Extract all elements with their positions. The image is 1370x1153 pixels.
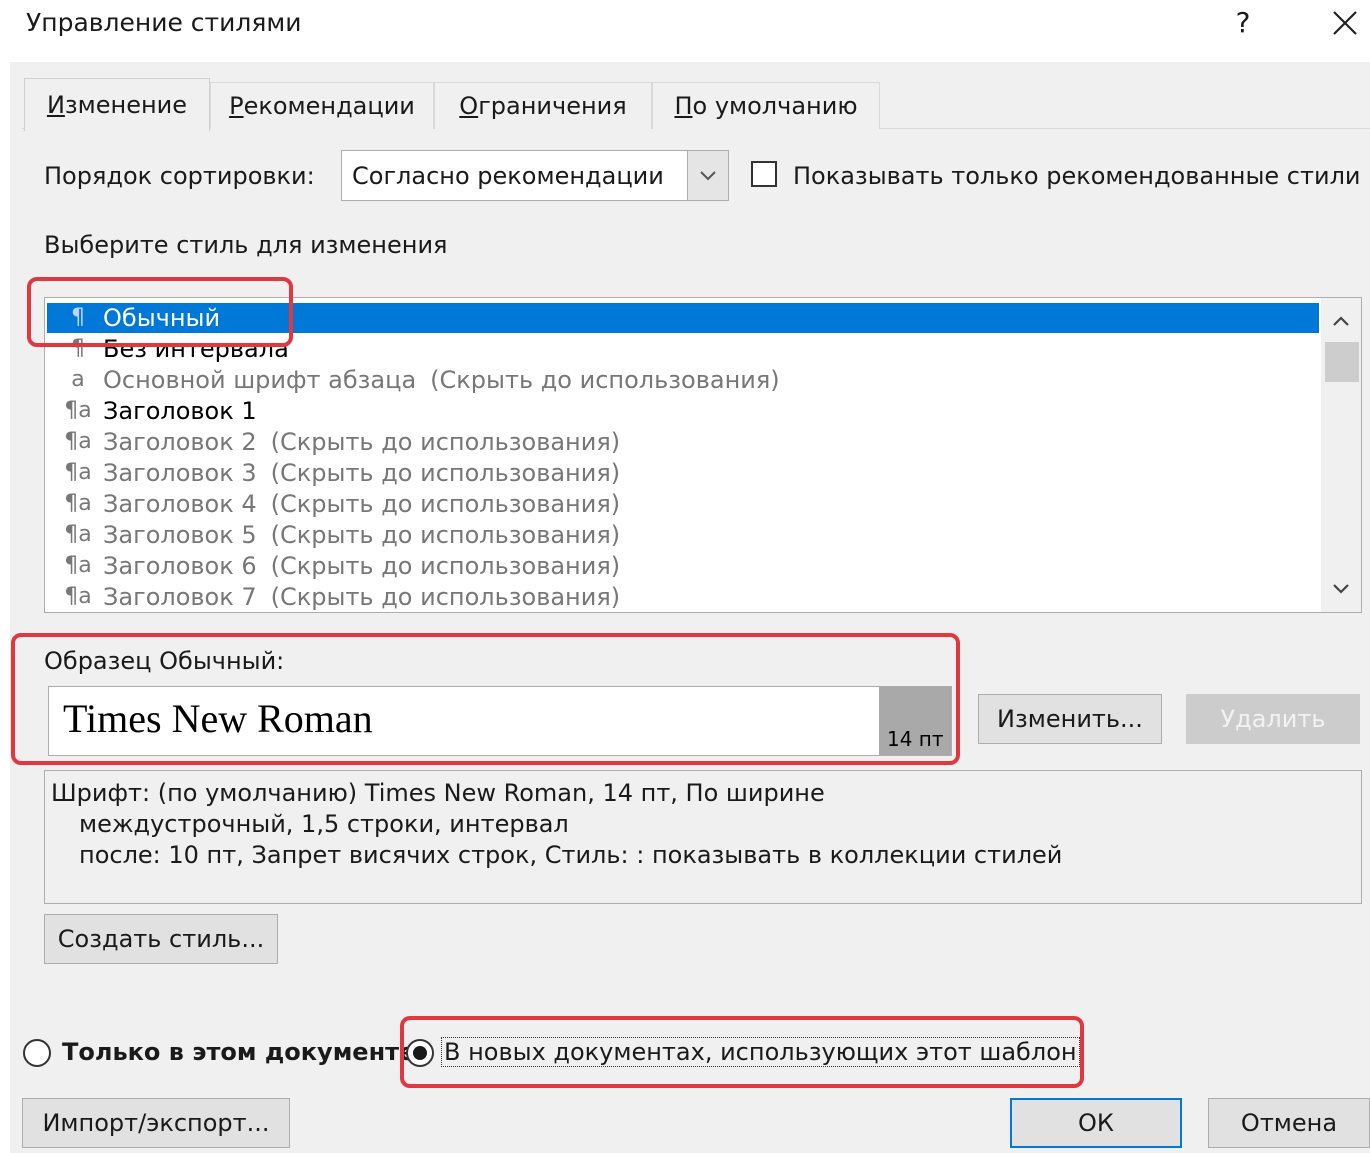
style-hint: (Скрыть до использования)	[270, 490, 621, 518]
list-item[interactable]: ¶a Заголовок 5 (Скрыть до использования)	[47, 520, 1319, 550]
tab-accel: П	[674, 92, 693, 120]
linked-style-icon: ¶a	[64, 460, 92, 485]
list-item[interactable]: ¶a Заголовок 4 (Скрыть до использования)	[47, 489, 1319, 519]
tab-restrict[interactable]: Ограничения	[434, 82, 652, 129]
tab-label: граничения	[478, 92, 627, 120]
radio-dot	[413, 1046, 427, 1060]
style-preview: Times New Roman 14 пт	[48, 686, 952, 756]
style-list-label: Выберите стиль для изменения	[44, 231, 448, 259]
tab-label: о умолчанию	[692, 92, 858, 120]
style-name: Заголовок 3	[103, 459, 257, 487]
help-button[interactable]: ?	[1228, 6, 1258, 39]
list-item[interactable]: ¶ Без интервала	[47, 334, 1319, 364]
linked-style-icon: ¶a	[64, 491, 92, 516]
style-hint: (Скрыть до использования)	[270, 459, 621, 487]
style-hint: (Скрыть до использования)	[270, 428, 621, 456]
close-icon	[1333, 11, 1357, 35]
sort-order-label: Порядок сортировки:	[44, 162, 315, 190]
scroll-thumb[interactable]	[1325, 342, 1359, 382]
this-document-radio[interactable]	[23, 1039, 51, 1067]
recommended-only-label[interactable]: Показывать только рекомендованные стили	[793, 162, 1361, 190]
sort-order-value: Согласно рекомендации	[352, 162, 664, 190]
scroll-down-icon[interactable]	[1321, 572, 1361, 606]
style-name: Заголовок 7	[103, 583, 257, 611]
this-document-label[interactable]: Только в этом документе	[62, 1038, 415, 1066]
new-documents-label[interactable]: В новых документах, использующих этот ша…	[441, 1037, 1080, 1067]
dialog-title: Управление стилями	[26, 8, 302, 37]
tab-defaults[interactable]: По умолчанию	[652, 82, 880, 129]
preview-font-sample: Times New Roman	[63, 696, 373, 741]
list-item[interactable]: ¶a Заголовок 7 (Скрыть до использования)	[47, 582, 1319, 612]
linked-style-icon: ¶a	[64, 584, 92, 609]
sort-order-select[interactable]: Согласно рекомендации	[341, 150, 729, 201]
linked-style-icon: ¶a	[64, 553, 92, 578]
style-hint: (Скрыть до использования)	[270, 521, 621, 549]
list-item[interactable]: a Основной шрифт абзаца (Скрыть до исполь…	[47, 365, 1319, 395]
paragraph-style-icon: ¶	[71, 336, 85, 361]
style-name: Заголовок 2	[103, 428, 257, 456]
import-export-button[interactable]: Импорт/экспорт...	[22, 1098, 290, 1148]
style-listbox[interactable]: ¶ Обычный ¶ Без интервала a Основной шри…	[44, 297, 1362, 613]
character-style-icon: a	[71, 367, 85, 392]
preview-size-box: 14 пт	[879, 687, 951, 755]
style-name: Заголовок 5	[103, 521, 257, 549]
style-hint: (Скрыть до использования)	[430, 366, 780, 394]
tab-recommend[interactable]: Рекомендации	[210, 82, 434, 129]
linked-style-icon: ¶a	[64, 522, 92, 547]
tab-modify[interactable]: Изменение	[24, 78, 210, 131]
scroll-up-icon[interactable]	[1321, 304, 1361, 338]
list-item[interactable]: ¶a Заголовок 6 (Скрыть до использования)	[47, 551, 1319, 581]
linked-style-icon: ¶a	[64, 398, 92, 423]
preview-size: 14 пт	[887, 727, 944, 751]
close-button[interactable]	[1326, 0, 1364, 47]
style-name: Обычный	[103, 304, 221, 332]
tab-accel: Р	[229, 92, 244, 120]
style-description: Шрифт: (по умолчанию) Times New Roman, 1…	[44, 770, 1362, 904]
modify-button[interactable]: Изменить...	[978, 694, 1162, 744]
description-line: Шрифт: (по умолчанию) Times New Roman, 1…	[51, 779, 825, 807]
preview-label: Образец Обычный:	[44, 647, 285, 675]
recommended-only-checkbox[interactable]	[751, 161, 777, 187]
ok-button[interactable]: ОК	[1010, 1098, 1182, 1148]
list-item[interactable]: ¶a Заголовок 1	[47, 396, 1319, 426]
tab-accel: О	[459, 92, 479, 120]
list-item[interactable]: ¶ Обычный	[47, 303, 1319, 333]
tab-label: екомендации	[243, 92, 415, 120]
tab-accel: И	[46, 91, 65, 119]
tab-label: зменение	[64, 91, 188, 119]
list-item[interactable]: ¶a Заголовок 3 (Скрыть до использования)	[47, 458, 1319, 488]
new-documents-text: В новых документах, использующих этот ша…	[441, 1037, 1080, 1067]
style-name: Без интервала	[103, 335, 289, 363]
cancel-button[interactable]: Отмена	[1208, 1098, 1370, 1148]
linked-style-icon: ¶a	[64, 429, 92, 454]
new-style-button[interactable]: Создать стиль...	[44, 914, 278, 964]
delete-button[interactable]: Удалить	[1186, 694, 1360, 744]
description-line: междустрочный, 1,5 строки, интервал	[79, 810, 569, 838]
list-item[interactable]: ¶a Заголовок 2 (Скрыть до использования)	[47, 427, 1319, 457]
chevron-down-icon[interactable]	[687, 151, 728, 200]
style-name: Заголовок 1	[103, 397, 257, 425]
list-scrollbar[interactable]	[1321, 298, 1361, 612]
style-hint: (Скрыть до использования)	[270, 552, 621, 580]
style-name: Заголовок 4	[103, 490, 257, 518]
description-line: после: 10 пт, Запрет висячих строк, Стил…	[79, 841, 1063, 869]
paragraph-style-icon: ¶	[71, 305, 85, 330]
style-name: Заголовок 6	[103, 552, 257, 580]
style-name: Основной шрифт абзаца	[103, 366, 417, 394]
style-hint: (Скрыть до использования)	[270, 583, 621, 611]
new-documents-radio[interactable]	[406, 1039, 434, 1067]
